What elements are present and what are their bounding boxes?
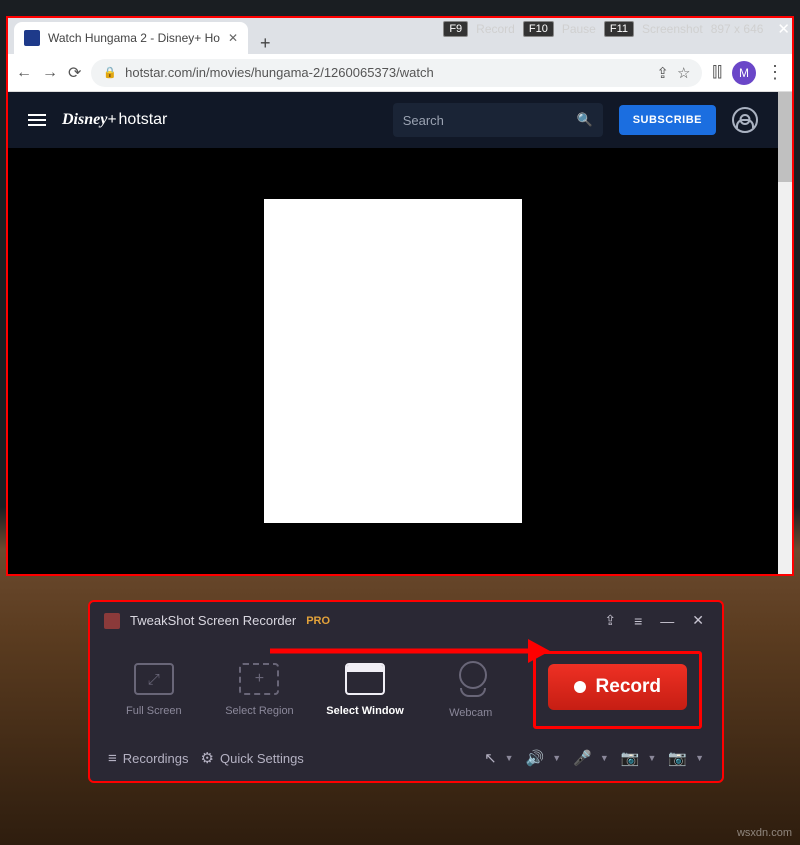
favicon-icon — [24, 30, 40, 46]
video-placeholder — [264, 201, 522, 521]
lock-icon: 🔒 — [103, 66, 117, 79]
speaker-icon: 🔊 — [526, 749, 545, 767]
user-icon[interactable] — [732, 107, 758, 133]
site-logo[interactable]: Disney+ hotstar — [62, 111, 167, 129]
close-icon[interactable]: ✕ — [688, 612, 708, 629]
chevron-down-icon: ▼ — [552, 753, 561, 763]
browser-tab[interactable]: Watch Hungama 2 - Disney+ Ho ✕ — [14, 22, 248, 54]
video-player[interactable] — [8, 148, 778, 574]
chevron-down-icon: ▼ — [505, 753, 514, 763]
mic-button[interactable]: 🎤▼ — [573, 749, 609, 767]
cursor-icon: ↖ — [484, 749, 497, 767]
site-header: Disney+ hotstar Search 🔍 SUBSCRIBE — [8, 92, 778, 148]
hamburger-menu-icon[interactable] — [28, 114, 46, 126]
f11-key: F11 — [604, 21, 634, 37]
mode-label: Webcam — [449, 707, 492, 719]
record-highlight: Record — [533, 651, 702, 729]
recordings-button[interactable]: ≡ Recordings — [108, 750, 189, 767]
record-button[interactable]: Record — [548, 664, 687, 710]
camera-icon: 📷 — [668, 749, 687, 767]
new-tab-button[interactable]: + — [248, 33, 283, 54]
mode-fullscreen[interactable]: Full Screen — [110, 663, 198, 717]
url-text: hotstar.com/in/movies/hungama-2/12600653… — [125, 65, 648, 80]
browser-toolbar: ← → ⟳ 🔒 hotstar.com/in/movies/hungama-2/… — [8, 54, 792, 92]
extensions-icon[interactable]: ⫿⫿ — [712, 64, 722, 81]
hotstar-page: Disney+ hotstar Search 🔍 SUBSCRIBE — [8, 92, 778, 574]
scrollbar[interactable] — [778, 92, 792, 574]
search-input[interactable]: Search 🔍 — [393, 103, 603, 137]
close-icon[interactable]: ✕ — [771, 20, 796, 38]
back-button[interactable]: ← — [16, 64, 32, 82]
bookmark-icon[interactable]: ☆ — [677, 64, 690, 82]
list-icon: ≡ — [108, 750, 117, 767]
subscribe-button[interactable]: SUBSCRIBE — [619, 105, 716, 135]
region-icon — [239, 663, 279, 695]
app-title: TweakShot Screen Recorder — [130, 613, 296, 628]
mode-label: Full Screen — [126, 705, 182, 717]
logo-hotstar: hotstar — [118, 111, 167, 129]
capture-dimensions: 897 x 646 — [711, 22, 764, 36]
chevron-down-icon: ▼ — [695, 753, 704, 763]
mode-label: Select Window — [326, 705, 404, 717]
camera-button[interactable]: 📷▼ — [668, 749, 704, 767]
pause-label: Pause — [562, 22, 596, 36]
reload-button[interactable]: ⟳ — [68, 63, 81, 83]
f10-key: F10 — [523, 21, 554, 37]
gear-icon: ⚙ — [201, 749, 214, 767]
menu-icon[interactable]: ≡ — [630, 613, 646, 629]
quick-settings-button[interactable]: ⚙ Quick Settings — [201, 749, 304, 767]
browser-window: Watch Hungama 2 - Disney+ Ho ✕ + ← → ⟳ 🔒… — [6, 16, 794, 576]
webcam-button[interactable]: 📷▼ — [621, 749, 657, 767]
pro-badge: PRO — [306, 615, 330, 627]
recorder-body: Full Screen Select Region Select Window … — [90, 639, 722, 739]
recording-shortcut-bar: F9 Record F10 Pause F11 Screenshot 897 x… — [443, 18, 796, 40]
mode-select-window[interactable]: Select Window — [321, 663, 409, 717]
audio-button[interactable]: 🔊▼ — [526, 749, 562, 767]
profile-avatar[interactable]: M — [732, 61, 756, 85]
app-icon — [104, 613, 120, 629]
watermark: wsxdn.com — [737, 827, 792, 839]
mode-select-region[interactable]: Select Region — [216, 663, 304, 717]
screenshot-label: Screenshot — [642, 22, 703, 36]
recorder-title-bar: TweakShot Screen Recorder PRO ⇪ ≡ — ✕ — [90, 602, 722, 639]
mode-label: Select Region — [225, 705, 294, 717]
search-icon: 🔍 — [577, 112, 593, 128]
window-icon — [345, 663, 385, 695]
tab-close-icon[interactable]: ✕ — [228, 31, 238, 45]
fullscreen-icon — [134, 663, 174, 695]
scrollbar-thumb[interactable] — [778, 92, 792, 182]
search-placeholder: Search — [403, 113, 569, 128]
cursor-button[interactable]: ↖▼ — [484, 749, 514, 767]
minimize-icon[interactable]: — — [656, 613, 678, 629]
recorder-app-window: TweakShot Screen Recorder PRO ⇪ ≡ — ✕ Fu… — [88, 600, 724, 783]
forward-button[interactable]: → — [42, 64, 58, 82]
recorder-footer: ≡Recordings ⚙Quick Settings ↖▼ 🔊▼ 🎤▼ 📷▼ … — [90, 739, 722, 781]
browser-menu-icon[interactable]: ⋮ — [766, 62, 784, 83]
webcam-icon — [457, 661, 485, 697]
chevron-down-icon: ▼ — [600, 753, 609, 763]
recordings-label: Recordings — [123, 751, 189, 766]
logo-disney: Disney+ — [62, 111, 116, 129]
mic-off-icon: 🎤 — [573, 749, 592, 767]
mode-webcam[interactable]: Webcam — [427, 661, 515, 719]
pin-icon[interactable]: ⇪ — [600, 612, 620, 629]
record-label: Record — [476, 22, 515, 36]
address-bar[interactable]: 🔒 hotstar.com/in/movies/hungama-2/126006… — [91, 59, 702, 87]
share-icon[interactable]: ⇪ — [656, 64, 669, 82]
f9-key: F9 — [443, 21, 468, 37]
record-dot-icon — [574, 681, 586, 693]
webcam-off-icon: 📷 — [621, 749, 640, 767]
quick-settings-label: Quick Settings — [220, 751, 304, 766]
browser-content: Disney+ hotstar Search 🔍 SUBSCRIBE — [8, 92, 792, 574]
record-button-label: Record — [596, 676, 661, 698]
tab-title: Watch Hungama 2 - Disney+ Ho — [48, 31, 220, 45]
chevron-down-icon: ▼ — [647, 753, 656, 763]
